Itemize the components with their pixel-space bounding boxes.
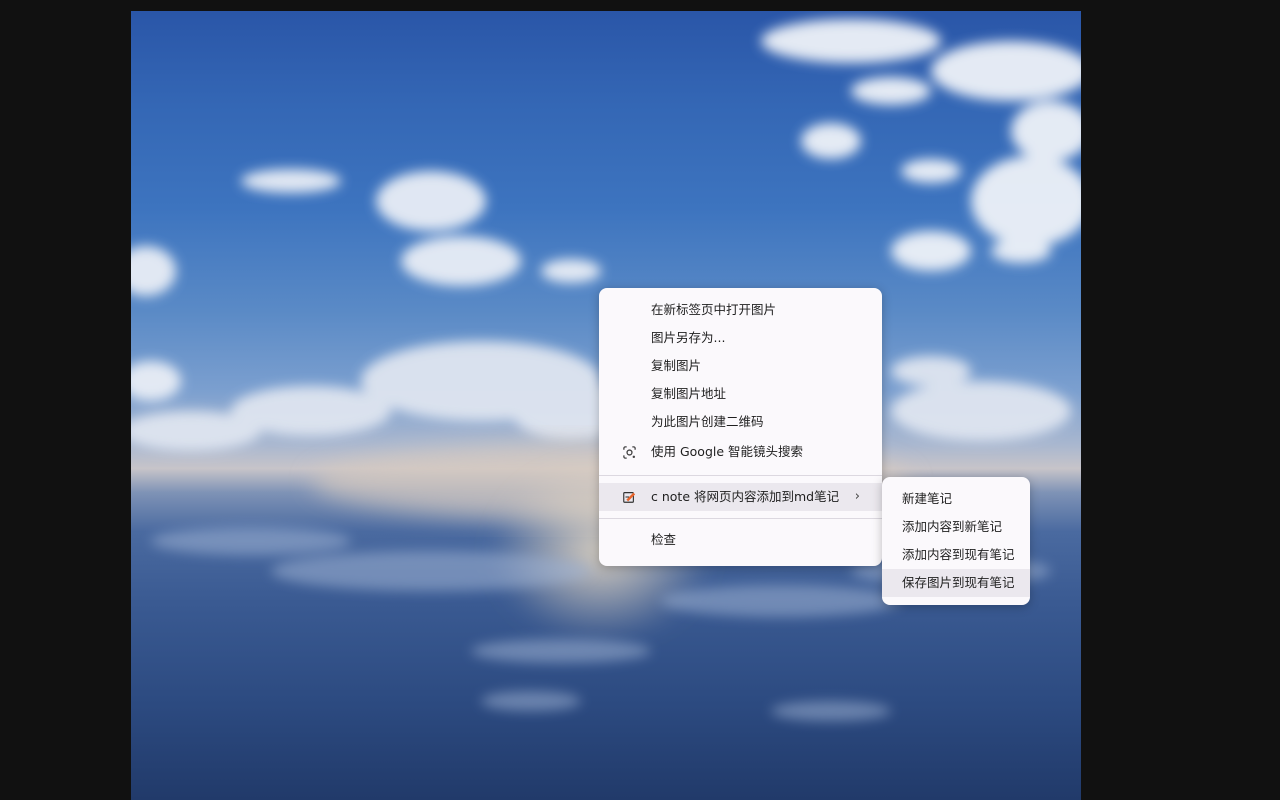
menu-item-label: 复制图片 [651,358,702,373]
c-note-submenu: 新建笔记 添加内容到新笔记 添加内容到现有笔记 保存图片到现有笔记 [882,477,1030,605]
submenu-item-add-to-new-note[interactable]: 添加内容到新笔记 [882,513,1030,541]
submenu-item-new-note[interactable]: 新建笔记 [882,485,1030,513]
context-menu: 在新标签页中打开图片 图片另存为... 复制图片 复制图片地址 为此图片创建二维… [599,288,882,566]
menu-item-label: c note 将网页内容添加到md笔记 [651,489,840,504]
menu-item-label: 图片另存为... [651,330,726,345]
submenu-item-label: 添加内容到现有笔记 [902,547,1015,562]
menu-item-inspect[interactable]: 检查 [599,526,882,554]
menu-item-label: 复制图片地址 [651,386,727,401]
menu-item-create-qr-code[interactable]: 为此图片创建二维码 [599,408,882,436]
submenu-item-add-to-existing-note[interactable]: 添加内容到现有笔记 [882,541,1030,569]
menu-item-save-image-as[interactable]: 图片另存为... [599,324,882,352]
menu-item-label: 为此图片创建二维码 [651,414,764,429]
submenu-item-label: 添加内容到新笔记 [902,519,1003,534]
chevron-right-icon: › [854,489,860,504]
menu-item-c-note-extension[interactable]: c note 将网页内容添加到md笔记 › [599,483,882,511]
menu-item-label: 在新标签页中打开图片 [651,302,777,317]
browser-viewport: 在新标签页中打开图片 图片另存为... 复制图片 复制图片地址 为此图片创建二维… [0,0,1280,800]
submenu-item-label: 保存图片到现有笔记 [902,575,1015,590]
menu-item-open-image-new-tab[interactable]: 在新标签页中打开图片 [599,296,882,324]
menu-separator [599,518,882,519]
submenu-item-save-image-to-existing-note[interactable]: 保存图片到现有笔记 [882,569,1030,597]
submenu-item-label: 新建笔记 [902,491,953,506]
menu-item-copy-image[interactable]: 复制图片 [599,352,882,380]
menu-item-google-lens-search[interactable]: 使用 Google 智能镜头搜索 [599,436,882,468]
menu-separator [599,475,882,476]
menu-item-label: 使用 Google 智能镜头搜索 [651,444,804,459]
menu-item-copy-image-address[interactable]: 复制图片地址 [599,380,882,408]
note-icon [621,489,637,505]
menu-item-label: 检查 [651,532,677,547]
lens-icon [621,444,637,460]
